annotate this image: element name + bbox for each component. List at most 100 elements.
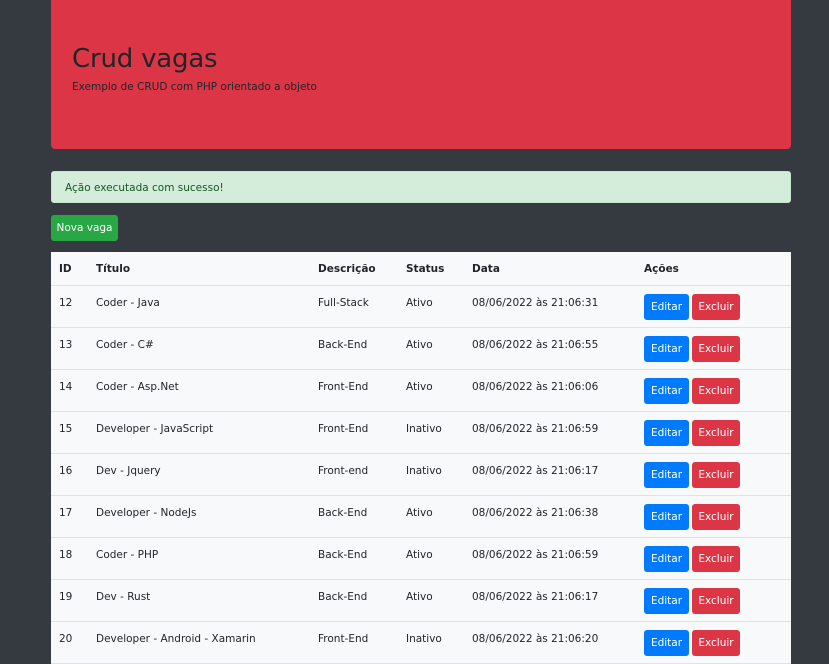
edit-button[interactable]: Editar [644,378,689,404]
table-row: 20 Developer - Android - Xamarin Front-End… [51,621,791,664]
cell-title: Developer - JavaScript [88,411,310,454]
cell-title: Coder - Java [88,285,310,328]
table-row: 18 Coder - PHP Back-End Ativo 08/06/2022 às … [51,537,791,580]
cell-id: 18 [51,537,88,580]
cell-status: Inativo [398,411,464,454]
delete-button[interactable]: Excluir [692,546,740,572]
cell-id-text: 16 [59,465,73,477]
column-header-description: Descrição [310,252,398,286]
cell-title-text: Coder - Java [96,297,160,309]
cell-title-text: Coder - Asp.Net [96,381,179,393]
cell-actions: Editar Excluir [636,285,791,328]
edit-button[interactable]: Editar [644,588,689,614]
cell-date-text: 08/06/2022 às 21:06:59 [472,423,599,435]
table-row: 19 Dev - Rust Back-End Ativo 08/06/2022 às 2… [51,579,791,622]
cell-actions: Editar Excluir [636,453,791,496]
cell-status-text: Ativo [406,297,433,309]
cell-id-text: 12 [59,297,73,309]
cell-title-text: Coder - PHP [96,549,159,561]
cell-description-text: Back-End [318,507,368,519]
cell-id: 14 [51,369,88,412]
cell-date-text: 08/06/2022 às 21:06:38 [472,507,599,519]
delete-button[interactable]: Excluir [692,588,740,614]
delete-button[interactable]: Excluir [692,420,740,446]
cell-title: Developer - NodeJs [88,495,310,538]
delete-button[interactable]: Excluir [692,294,740,320]
cell-date: 08/06/2022 às 21:06:59 [464,537,636,580]
edit-button[interactable]: Editar [644,294,689,320]
edit-button[interactable]: Editar [644,420,689,446]
page-subtitle: Exemplo de CRUD com PHP orientado a obje… [72,81,317,93]
column-header-status: Status [398,252,464,286]
cell-status: Ativo [398,327,464,370]
cell-id-text: 15 [59,423,73,435]
cell-description-text: Back-End [318,549,368,561]
cell-date-text: 08/06/2022 às 21:06:31 [472,297,599,309]
cell-id: 15 [51,411,88,454]
cell-actions: Editar Excluir [636,495,791,538]
cell-date: 08/06/2022 às 21:06:59 [464,411,636,454]
delete-button[interactable]: Excluir [692,630,740,656]
cell-title-text: Developer - JavaScript [96,423,214,435]
cell-description: Back-End [310,495,398,538]
edit-button[interactable]: Editar [644,462,689,488]
delete-button[interactable]: Excluir [692,462,740,488]
edit-button[interactable]: Editar [644,630,689,656]
cell-id-text: 14 [59,381,73,393]
cell-status: Inativo [398,621,464,664]
delete-button[interactable]: Excluir [692,378,740,404]
edit-button[interactable]: Editar [644,546,689,572]
delete-button[interactable]: Excluir [692,504,740,530]
cell-description-text: Front-End [318,633,369,645]
cell-title: Developer - Android - Xamarin [88,621,310,664]
cell-date: 08/06/2022 às 21:06:20 [464,621,636,664]
cell-actions: Editar Excluir [636,411,791,454]
cell-description-text: Front-End [318,381,369,393]
column-header-title: Título [88,252,310,286]
cell-date: 08/06/2022 às 21:06:17 [464,579,636,622]
edit-button[interactable]: Editar [644,336,689,362]
table-row: 13 Coder - C# Back-End Ativo 08/06/2022 às 2… [51,327,791,370]
column-header-id: ID [51,252,88,286]
cell-id: 19 [51,579,88,622]
cell-actions: Editar Excluir [636,579,791,622]
cell-title-text: Coder - C# [96,339,154,351]
cell-date: 08/06/2022 às 21:06:38 [464,495,636,538]
cell-status: Ativo [398,537,464,580]
cell-status-text: Inativo [406,423,442,435]
table-header-row: ID Título Descrição Status Data Ações [51,252,791,286]
cell-id-text: 19 [59,591,73,603]
cell-id-text: 17 [59,507,73,519]
page-title: Crud vagas [72,44,218,74]
cell-description: Front-End [310,411,398,454]
cell-description-text: Full-Stack [318,297,369,309]
cell-status-text: Ativo [406,507,433,519]
main-container: Crud vagas Exemplo de CRUD com PHP orien… [51,0,791,664]
cell-id: 20 [51,621,88,664]
column-header-actions: Ações [636,252,791,286]
edit-button[interactable]: Editar [644,504,689,530]
cell-status-text: Inativo [406,633,442,645]
table-row: 12 Coder - Java Full-Stack Ativo 08/06/2022 … [51,285,791,328]
cell-description: Back-End [310,327,398,370]
delete-button[interactable]: Excluir [692,336,740,362]
cell-title-text: Developer - NodeJs [96,507,197,519]
cell-status-text: Ativo [406,381,433,393]
header-banner: Crud vagas Exemplo de CRUD com PHP orien… [51,0,791,149]
table-body: 12 Coder - Java Full-Stack Ativo 08/06/2022 … [51,285,791,664]
cell-id: 17 [51,495,88,538]
cell-date-text: 08/06/2022 às 21:06:17 [472,591,599,603]
table-row: 15 Developer - JavaScript Front-End Inativo… [51,411,791,454]
cell-status: Ativo [398,285,464,328]
cell-id-text: 18 [59,549,73,561]
cell-title: Coder - C# [88,327,310,370]
cell-status: Ativo [398,369,464,412]
cell-title-text: Dev - Jquery [96,465,161,477]
cell-actions: Editar Excluir [636,327,791,370]
cell-id: 12 [51,285,88,328]
cell-description: Back-End [310,579,398,622]
new-vacancy-button[interactable]: Nova vaga [51,215,118,241]
column-header-date: Data [464,252,636,286]
cell-status-text: Ativo [406,591,433,603]
cell-status-text: Inativo [406,465,442,477]
